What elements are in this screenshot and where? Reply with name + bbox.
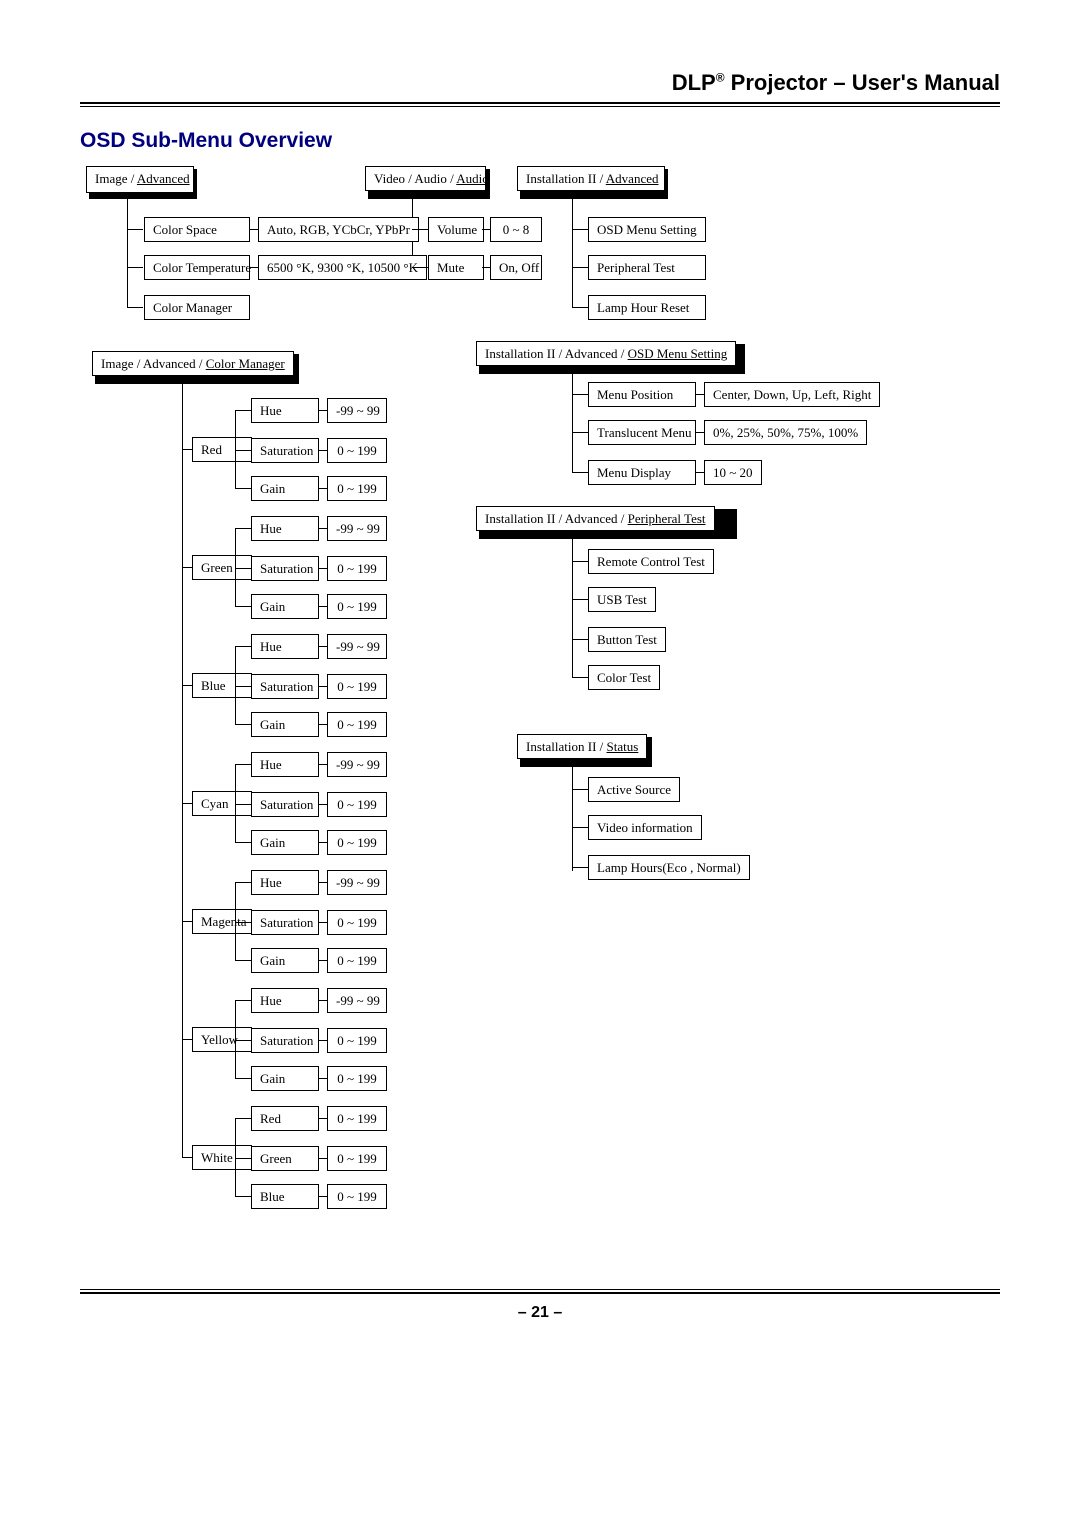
node-color-temp: Color Temperature: [144, 255, 250, 280]
node-color-temp-val: 6500 °K, 9300 °K, 10500 °K: [258, 255, 427, 280]
cm-magenta-hue: Hue: [251, 870, 319, 895]
section-title: OSD Sub-Menu Overview: [80, 129, 1000, 153]
hdr-color-manager: Image / Advanced / Color Manager: [92, 351, 294, 376]
cm-red-sat: Saturation: [251, 438, 319, 463]
cm-blue-sat: Saturation: [251, 674, 319, 699]
header-title: DLP® Projector – User's Manual: [80, 70, 1000, 96]
node-color-space-val: Auto, RGB, YCbCr, YPbPr: [258, 217, 419, 242]
node-volume: Volume: [428, 217, 484, 242]
osd-submenu-diagram: Image / Advanced Video / Audio / Audio I…: [82, 169, 1002, 1289]
cm-yellow-sat-v: 0 ~ 199: [327, 1028, 387, 1053]
cm-magenta-sat: Saturation: [251, 910, 319, 935]
node-translucent-menu: Translucent Menu: [588, 420, 696, 445]
node-menu-display-val: 10 ~ 20: [704, 460, 762, 485]
cm-red-hue: Hue: [251, 398, 319, 423]
cm-cyan-gain-v: 0 ~ 199: [327, 830, 387, 855]
cm-magenta-gain-v: 0 ~ 199: [327, 948, 387, 973]
cm-red-sat-v: 0 ~ 199: [327, 438, 387, 463]
cm-green-gain: Gain: [251, 594, 319, 619]
header-rule-thin: [80, 106, 1000, 107]
hdr-inst2-status: Installation II / Status: [517, 734, 647, 759]
node-button-test: Button Test: [588, 627, 666, 652]
cm-blue-gain-v: 0 ~ 199: [327, 712, 387, 737]
cm-blue-hue-v: -99 ~ 99: [327, 634, 387, 659]
cm-white-red: Red: [251, 1106, 319, 1131]
cm-cyan-gain: Gain: [251, 830, 319, 855]
node-lamp-hour-reset: Lamp Hour Reset: [588, 295, 706, 320]
cm-magenta-sat-v: 0 ~ 199: [327, 910, 387, 935]
node-color-test: Color Test: [588, 665, 660, 690]
cm-red-hue-v: -99 ~ 99: [327, 398, 387, 423]
cm-red-gain: Gain: [251, 476, 319, 501]
hdr-osd-menu-setting: Installation II / Advanced / OSD Menu Se…: [476, 341, 736, 366]
hdr-video-audio: Video / Audio / Audio: [365, 166, 486, 191]
cm-white-green: Green: [251, 1146, 319, 1171]
cm-yellow-gain-v: 0 ~ 199: [327, 1066, 387, 1091]
hdr-peripheral-test: Installation II / Advanced / Peripheral …: [476, 506, 715, 531]
cm-white-red-v: 0 ~ 199: [327, 1106, 387, 1131]
node-menu-position: Menu Position: [588, 382, 696, 407]
cm-cyan-hue: Hue: [251, 752, 319, 777]
cm-green-gain-v: 0 ~ 199: [327, 594, 387, 619]
cm-green-hue-v: -99 ~ 99: [327, 516, 387, 541]
cm-green-sat: Saturation: [251, 556, 319, 581]
node-menu-position-val: Center, Down, Up, Left, Right: [704, 382, 880, 407]
node-active-source: Active Source: [588, 777, 680, 802]
node-menu-display: Menu Display: [588, 460, 696, 485]
cm-yellow-gain: Gain: [251, 1066, 319, 1091]
node-mute-val: On, Off: [490, 255, 542, 280]
footer-rule-thick: [80, 1292, 1000, 1294]
node-osd-menu-setting: OSD Menu Setting: [588, 217, 706, 242]
cm-cyan-sat-v: 0 ~ 199: [327, 792, 387, 817]
cm-white-blue-v: 0 ~ 199: [327, 1184, 387, 1209]
node-volume-val: 0 ~ 8: [490, 217, 542, 242]
cm-yellow-sat: Saturation: [251, 1028, 319, 1053]
node-peripheral-test: Peripheral Test: [588, 255, 706, 280]
node-video-information: Video information: [588, 815, 702, 840]
node-translucent-val: 0%, 25%, 50%, 75%, 100%: [704, 420, 867, 445]
cm-white-blue: Blue: [251, 1184, 319, 1209]
cm-blue-gain: Gain: [251, 712, 319, 737]
cm-blue-sat-v: 0 ~ 199: [327, 674, 387, 699]
cm-cyan-hue-v: -99 ~ 99: [327, 752, 387, 777]
cm-white-green-v: 0 ~ 199: [327, 1146, 387, 1171]
cm-red-gain-v: 0 ~ 199: [327, 476, 387, 501]
hdr-inst2-advanced: Installation II / Advanced: [517, 166, 665, 191]
node-mute: Mute: [428, 255, 484, 280]
cm-yellow-hue-v: -99 ~ 99: [327, 988, 387, 1013]
cm-green-sat-v: 0 ~ 199: [327, 556, 387, 581]
hdr-image-advanced: Image / Advanced: [86, 166, 194, 193]
cm-magenta-hue-v: -99 ~ 99: [327, 870, 387, 895]
cm-cyan-sat: Saturation: [251, 792, 319, 817]
cm-blue-hue: Hue: [251, 634, 319, 659]
node-color-manager: Color Manager: [144, 295, 250, 320]
node-remote-control-test: Remote Control Test: [588, 549, 714, 574]
page-number: – 21 –: [80, 1304, 1000, 1322]
node-lamp-hours: Lamp Hours(Eco , Normal): [588, 855, 750, 880]
cm-magenta-gain: Gain: [251, 948, 319, 973]
node-usb-test: USB Test: [588, 587, 656, 612]
cm-green-hue: Hue: [251, 516, 319, 541]
cm-yellow-hue: Hue: [251, 988, 319, 1013]
node-color-space: Color Space: [144, 217, 250, 242]
